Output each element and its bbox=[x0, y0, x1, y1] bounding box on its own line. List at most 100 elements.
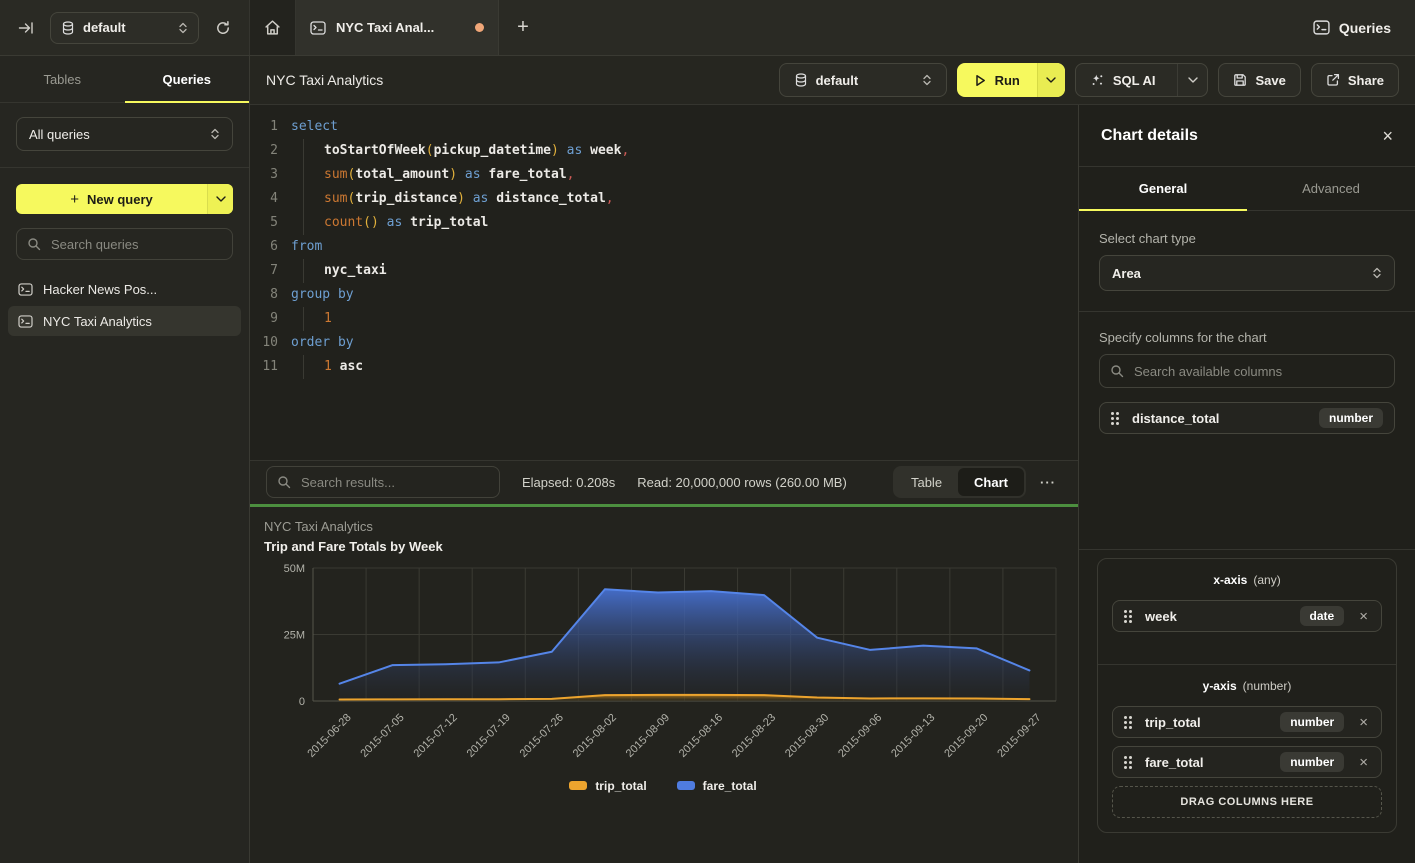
column-row-fare_total[interactable]: fare_totalnumber× bbox=[1112, 746, 1382, 778]
remove-column-icon[interactable]: × bbox=[1355, 755, 1370, 770]
sql-code: 1 bbox=[291, 307, 332, 331]
sql-line[interactable]: 4sum(trip_distance) as distance_total, bbox=[250, 187, 1078, 211]
remove-column-icon[interactable]: × bbox=[1355, 715, 1370, 730]
view-toggle-chart[interactable]: Chart bbox=[958, 468, 1024, 496]
line-number: 10 bbox=[250, 331, 278, 355]
sql-line[interactable]: 2toStartOfWeek(pickup_datetime) as week, bbox=[250, 139, 1078, 163]
more-options-icon[interactable]: ··· bbox=[1034, 475, 1062, 490]
queries-button[interactable]: Queries bbox=[1289, 0, 1415, 55]
new-tab-button[interactable]: + bbox=[499, 0, 547, 55]
sql-line[interactable]: 1select bbox=[250, 115, 1078, 139]
sql-line[interactable]: 111 asc bbox=[250, 355, 1078, 379]
sidebar-tab-tables[interactable]: Tables bbox=[0, 56, 125, 102]
tab-advanced[interactable]: Advanced bbox=[1247, 167, 1415, 210]
column-row-distance_total[interactable]: distance_totalnumber bbox=[1099, 402, 1395, 434]
sql-line[interactable]: 6from bbox=[250, 235, 1078, 259]
svg-text:2015-08-23: 2015-08-23 bbox=[730, 711, 778, 759]
search-results-input[interactable] bbox=[299, 474, 489, 491]
chevron-updown-icon bbox=[210, 127, 220, 141]
sql-line[interactable]: 10order by bbox=[250, 331, 1078, 355]
queries-terminal-icon bbox=[1313, 20, 1330, 35]
search-queries-box[interactable] bbox=[16, 228, 233, 260]
svg-text:2015-09-13: 2015-09-13 bbox=[889, 711, 937, 759]
sql-ai-button[interactable]: SQL AI bbox=[1075, 63, 1209, 97]
home-tab[interactable] bbox=[250, 0, 296, 55]
new-query-button[interactable]: + New query bbox=[16, 184, 233, 214]
legend-item-trip-total[interactable]: trip_total bbox=[569, 779, 646, 793]
search-columns-input[interactable] bbox=[1132, 363, 1384, 380]
svg-text:2015-08-02: 2015-08-02 bbox=[571, 711, 619, 759]
share-button[interactable]: Share bbox=[1311, 63, 1399, 97]
remove-column-icon[interactable]: × bbox=[1355, 609, 1370, 624]
sql-editor[interactable]: 1select2toStartOfWeek(pickup_datetime) a… bbox=[250, 105, 1078, 460]
sql-line[interactable]: 7nyc_taxi bbox=[250, 259, 1078, 283]
queries-tab-label: Queries bbox=[163, 72, 211, 87]
svg-text:2015-08-16: 2015-08-16 bbox=[677, 711, 725, 759]
svg-text:0: 0 bbox=[299, 696, 305, 708]
x-axis-label: x-axis bbox=[1213, 573, 1247, 587]
plus-icon: + bbox=[70, 191, 79, 208]
run-button[interactable]: Run bbox=[957, 63, 1065, 97]
drag-handle-icon[interactable] bbox=[1124, 610, 1134, 623]
view-toggle-table[interactable]: Table bbox=[895, 468, 958, 496]
sql-line[interactable]: 91 bbox=[250, 307, 1078, 331]
legend-swatch-fare-total bbox=[677, 781, 695, 790]
toolbar-database-value: default bbox=[816, 73, 914, 88]
chart-type-value: Area bbox=[1112, 266, 1372, 281]
tab-general[interactable]: General bbox=[1079, 167, 1247, 210]
legend-label: fare_total bbox=[703, 779, 757, 793]
sql-code: group by bbox=[291, 283, 354, 307]
y-axis-hint: (number) bbox=[1243, 679, 1292, 693]
app-window: default NYC Taxi Anal... bbox=[0, 0, 1415, 863]
sparkle-icon bbox=[1090, 73, 1104, 87]
line-number: 5 bbox=[250, 211, 278, 235]
drag-handle-icon[interactable] bbox=[1111, 412, 1121, 425]
drag-handle-icon[interactable] bbox=[1124, 756, 1134, 769]
axis-config-box: x-axis(any) weekdate× y-axis(number) tri… bbox=[1097, 558, 1397, 833]
save-button[interactable]: Save bbox=[1218, 63, 1300, 97]
chart-legend: trip_total fare_total bbox=[264, 779, 1062, 793]
chart-svg[interactable]: 025M50M2015-06-282015-07-052015-07-12201… bbox=[264, 558, 1060, 773]
run-options-dropdown[interactable] bbox=[1037, 63, 1065, 97]
y-axis-section: y-axis(number) trip_totalnumber×fare_tot… bbox=[1098, 664, 1396, 832]
query-item-nyc-taxi[interactable]: NYC Taxi Analytics bbox=[8, 306, 241, 336]
saved-queries-list: Hacker News Pos... NYC Taxi Analytics bbox=[0, 274, 249, 338]
legend-swatch-trip-total bbox=[569, 781, 587, 790]
line-number: 11 bbox=[250, 355, 278, 379]
sql-line[interactable]: 8group by bbox=[250, 283, 1078, 307]
query-filter-section: All queries bbox=[0, 103, 249, 168]
y-axis-label: y-axis bbox=[1203, 679, 1237, 693]
svg-text:2015-07-26: 2015-07-26 bbox=[518, 711, 566, 759]
chart-type-select[interactable]: Area bbox=[1099, 255, 1395, 291]
sql-ai-dropdown[interactable] bbox=[1177, 64, 1207, 96]
refresh-icon[interactable] bbox=[209, 14, 237, 42]
column-type-badge: number bbox=[1280, 712, 1344, 732]
chart-details-tabs: General Advanced bbox=[1079, 167, 1415, 211]
close-icon[interactable]: × bbox=[1382, 127, 1393, 145]
toolbar-database-select[interactable]: default bbox=[779, 63, 947, 97]
search-columns-box[interactable] bbox=[1099, 354, 1395, 388]
topbar-database-select[interactable]: default bbox=[50, 12, 199, 44]
editor-column: 1select2toStartOfWeek(pickup_datetime) a… bbox=[250, 105, 1078, 863]
drag-handle-icon[interactable] bbox=[1124, 716, 1134, 729]
svg-text:2015-07-19: 2015-07-19 bbox=[465, 711, 513, 759]
search-results-box[interactable] bbox=[266, 466, 500, 498]
drag-columns-drop-zone[interactable]: DRAG COLUMNS HERE bbox=[1112, 786, 1382, 818]
sidebar-tab-queries[interactable]: Queries bbox=[125, 56, 250, 102]
sidebar-tabs: Tables Queries bbox=[0, 56, 249, 103]
collapse-sidebar-icon[interactable] bbox=[12, 14, 40, 42]
advanced-tab-label: Advanced bbox=[1302, 181, 1360, 196]
query-terminal-icon bbox=[310, 21, 326, 35]
query-filter-select[interactable]: All queries bbox=[16, 117, 233, 151]
column-row-trip_total[interactable]: trip_totalnumber× bbox=[1112, 706, 1382, 738]
query-item-hacker-news[interactable]: Hacker News Pos... bbox=[8, 274, 241, 304]
sql-line[interactable]: 5count() as trip_total bbox=[250, 211, 1078, 235]
search-queries-input[interactable] bbox=[49, 236, 222, 253]
legend-item-fare-total[interactable]: fare_total bbox=[677, 779, 757, 793]
new-query-dropdown[interactable] bbox=[207, 184, 233, 214]
sql-line[interactable]: 3sum(total_amount) as fare_total, bbox=[250, 163, 1078, 187]
tab-nyc-taxi-analytics[interactable]: NYC Taxi Anal... bbox=[296, 0, 499, 55]
svg-text:25M: 25M bbox=[284, 629, 305, 641]
svg-text:2015-07-05: 2015-07-05 bbox=[358, 711, 406, 759]
column-row-week[interactable]: weekdate× bbox=[1112, 600, 1382, 632]
